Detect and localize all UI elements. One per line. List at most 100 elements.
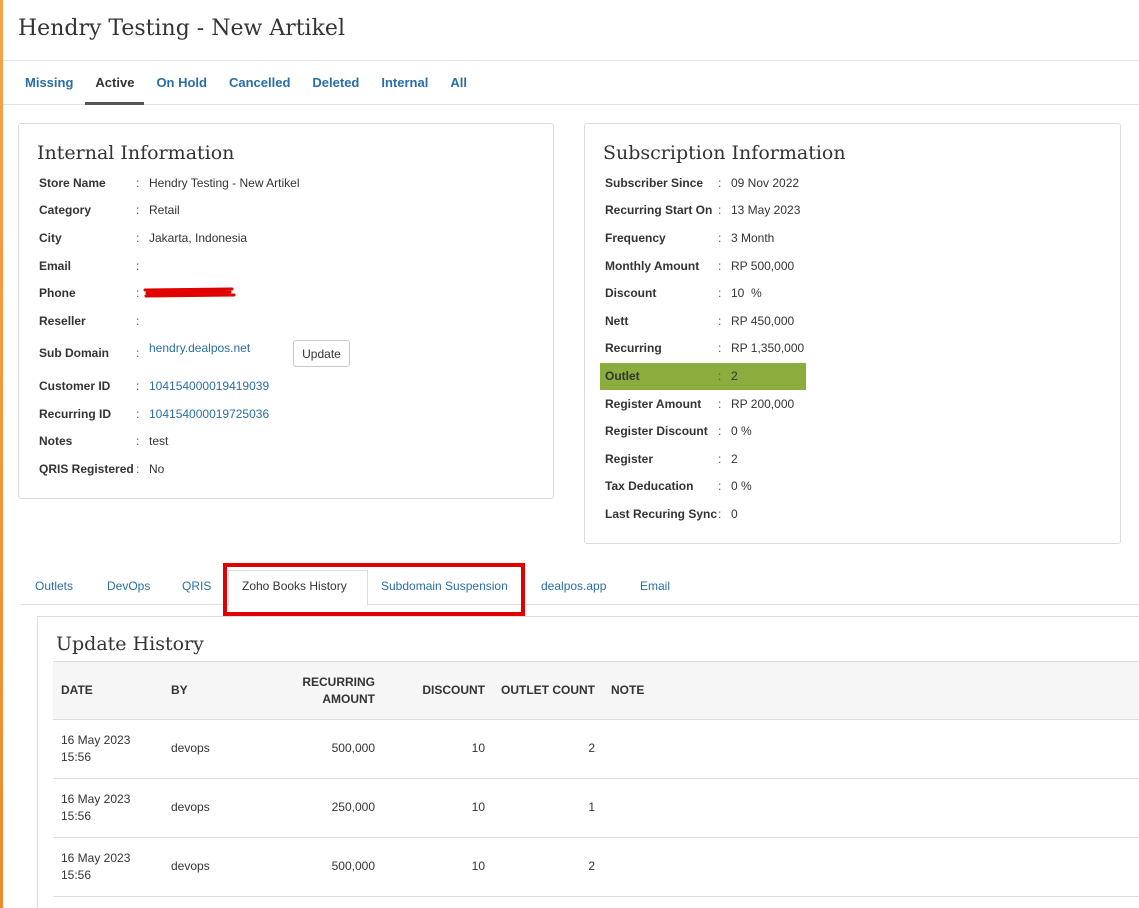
column-header-recurring-line1: RECURRING <box>302 675 375 689</box>
info-label: Subscriber Since <box>605 176 704 190</box>
info-separator: : <box>136 231 140 245</box>
info-value: Hendry Testing - New Artikel <box>149 176 300 190</box>
cell-amount: 250,000 <box>331 800 375 814</box>
tab-deleted[interactable]: Deleted <box>302 61 369 104</box>
info-separator: : <box>136 407 140 421</box>
info-value: hendry.dealpos.net <box>149 337 250 359</box>
info-row-recurring-id: Recurring ID : 104154000019725036 <box>39 403 539 425</box>
info-separator: : <box>718 369 722 383</box>
info-label: Notes <box>39 434 73 448</box>
cell-discount: 10 <box>471 741 485 755</box>
cell-date-day: 16 May 2023 <box>61 792 131 806</box>
info-value: test <box>149 434 169 448</box>
cell-outlet-count: 2 <box>588 741 595 755</box>
cell-by: devops <box>171 741 210 755</box>
column-header-note: NOTE <box>611 683 645 697</box>
info-row-category: Category : Retail <box>39 199 539 221</box>
info-separator: : <box>718 231 722 245</box>
info-separator: : <box>718 479 722 493</box>
tab-devops[interactable]: DevOps <box>107 579 150 593</box>
cell-outlet-count: 1 <box>588 800 595 814</box>
cell-date-time: 15:56 <box>61 809 92 823</box>
recurring-id-link[interactable]: 104154000019725036 <box>149 407 269 421</box>
info-separator: : <box>136 203 140 217</box>
info-value: Retail <box>149 203 180 217</box>
info-value: 2 <box>731 452 738 466</box>
column-header-date: DATE <box>61 683 93 697</box>
info-label: Sub Domain <box>39 346 110 360</box>
title-bar: Hendry Testing - New Artikel <box>3 0 1139 61</box>
internal-information-panel: Internal Information Store Name : Hendry… <box>18 123 554 499</box>
info-label: City <box>39 231 62 245</box>
info-row-recurring: Recurring : RP 1,350,000 <box>605 337 1105 359</box>
update-button[interactable]: Update <box>293 340 350 367</box>
tab-cancelled[interactable]: Cancelled <box>219 61 300 104</box>
customer-id-link[interactable]: 104154000019419039 <box>149 379 269 393</box>
subscription-information-panel: Subscription Information Subscriber Sinc… <box>584 123 1121 544</box>
table-row: 16 May 2023 15:56 devops 250,000 10 1 <box>53 779 1139 838</box>
cell-date-day: 16 May 2023 <box>61 851 131 865</box>
column-header-recurring-line2: AMOUNT <box>322 692 375 706</box>
info-row-subscriber-since: Subscriber Since : 09 Nov 2022 <box>605 172 1105 194</box>
info-label: Last Recuring Sync <box>605 507 718 521</box>
info-value: No <box>149 462 165 476</box>
tab-active[interactable]: Active <box>85 61 145 105</box>
info-separator: : <box>718 286 722 300</box>
info-separator: : <box>136 434 140 448</box>
cell-by: devops <box>171 800 210 814</box>
info-separator: : <box>718 424 722 438</box>
info-label: Phone <box>39 286 76 300</box>
column-header-discount: DISCOUNT <box>422 683 485 697</box>
info-separator: : <box>718 259 722 273</box>
info-row-sub-domain: Sub Domain : hendry.dealpos.net <box>39 341 539 364</box>
tab-missing[interactable]: Missing <box>15 61 83 104</box>
tab-email[interactable]: Email <box>640 579 670 593</box>
tab-qris[interactable]: QRIS <box>182 579 211 593</box>
info-value: 104154000019419039 <box>149 375 269 397</box>
info-value: RP 200,000 <box>731 397 795 411</box>
info-value: 09 Nov 2022 <box>731 176 800 190</box>
tab-dealpos-app[interactable]: dealpos.app <box>541 579 606 593</box>
info-row-store-name: Store Name : Hendry Testing - New Artike… <box>39 172 539 194</box>
info-row-frequency: Frequency : 3 Month <box>605 227 1105 249</box>
info-label: Reseller <box>39 314 86 328</box>
info-label: Monthly Amount <box>605 259 700 273</box>
info-separator: : <box>718 397 722 411</box>
info-value: 10 % <box>731 286 762 300</box>
info-value: 0 % <box>731 424 752 438</box>
info-value: 2 <box>731 369 738 383</box>
cell-date-time: 15:56 <box>61 750 92 764</box>
cell-date-time: 15:56 <box>61 868 92 882</box>
info-separator: : <box>718 203 722 217</box>
redaction-scribble <box>143 287 236 298</box>
tab-internal[interactable]: Internal <box>371 61 438 104</box>
cell-date: 16 May 2023 15:56 <box>61 791 130 825</box>
info-row-outlet: Outlet : 2 <box>605 365 1105 387</box>
info-separator: : <box>718 452 722 466</box>
info-row-email: Email : <box>39 255 539 277</box>
info-label: Nett <box>605 314 629 328</box>
info-value: 13 May 2023 <box>731 203 801 217</box>
subscription-information-title: Subscription Information <box>603 142 846 164</box>
table-row: 16 May 2023 15:56 devops 500,000 10 2 <box>53 838 1139 897</box>
info-row-register-discount: Register Discount : 0 % <box>605 420 1105 442</box>
column-header-outlet-count: OUTLET COUNT <box>501 683 595 697</box>
sub-domain-link[interactable]: hendry.dealpos.net <box>149 341 250 355</box>
cell-date-day: 16 May 2023 <box>61 733 131 747</box>
info-value: 104154000019725036 <box>149 403 269 425</box>
column-header-by: BY <box>171 683 188 697</box>
info-label: Tax Deducation <box>605 479 694 493</box>
cell-by: devops <box>171 859 210 873</box>
cell-amount: 500,000 <box>331 859 375 873</box>
tab-all[interactable]: All <box>440 61 477 104</box>
info-row-tax-deducation: Tax Deducation : 0 % <box>605 475 1105 497</box>
tab-on-hold[interactable]: On Hold <box>146 61 217 104</box>
tab-outlets[interactable]: Outlets <box>35 579 73 593</box>
info-value: RP 500,000 <box>731 259 795 273</box>
info-value: 0 <box>731 507 738 521</box>
info-row-notes: Notes : test <box>39 430 539 452</box>
info-separator: : <box>136 259 140 273</box>
table-header: DATE BY RECURRING AMOUNT DISCOUNT OUTLET… <box>53 661 1139 720</box>
page: Hendry Testing - New Artikel Missing Act… <box>3 0 1139 908</box>
cell-date: 16 May 2023 15:56 <box>61 732 130 766</box>
